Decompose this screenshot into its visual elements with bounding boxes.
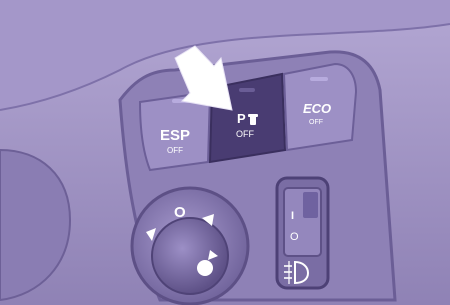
esp-sub: OFF [167,146,183,155]
rocker-top-label: I [291,210,294,222]
dashboard-scene: ESP OFF P OFF ECO OFF O I O [0,0,450,305]
mirror-knob-top-label: O [174,204,186,221]
rocker-bottom-label: O [290,231,299,243]
dashboard-illustration: ESP OFF P OFF ECO OFF O I O [0,0,450,305]
esp-label: ESP [160,127,190,144]
mirror-adjust-knob[interactable]: O [130,186,250,305]
mirror-knob-dot [197,260,213,276]
eco-label: ECO [303,101,331,116]
eco-sub: OFF [309,119,323,126]
rocker-shadow [303,192,318,218]
park-sub: OFF [236,129,254,139]
rocker-switch[interactable]: I O [275,176,330,290]
park-label: P [237,111,246,126]
eco-indicator [310,77,328,81]
eco-button[interactable]: ECO OFF [282,62,358,152]
park-indicator [239,88,255,92]
